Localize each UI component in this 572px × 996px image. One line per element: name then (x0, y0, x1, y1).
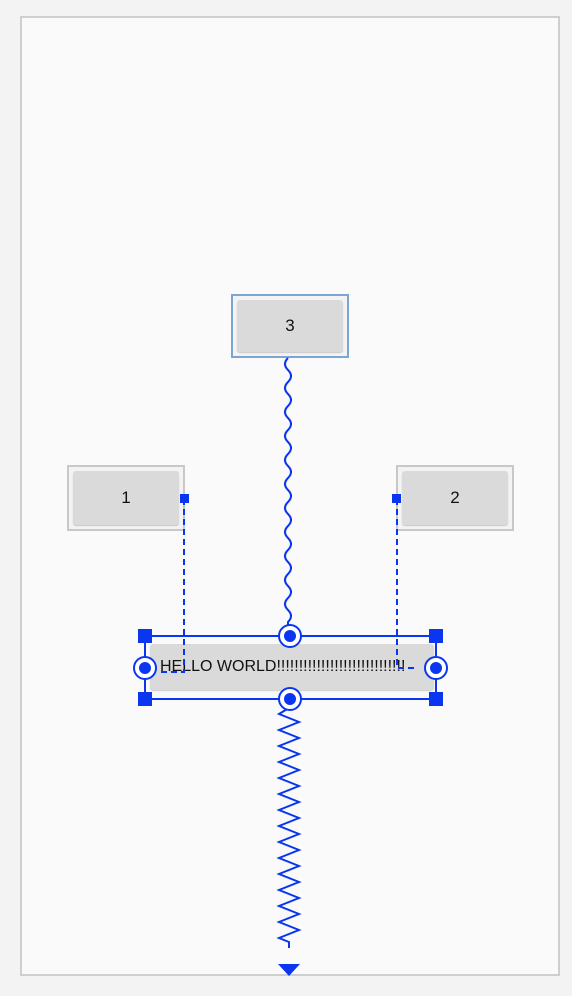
resize-handle-bottom-left[interactable] (138, 692, 152, 706)
constraint-bottom-spring (276, 707, 302, 948)
constraint-overlay (133, 357, 448, 976)
constraint-right-dashed (396, 499, 418, 669)
constraint-bottom-arrow (278, 964, 300, 976)
anchor-button-2-left[interactable] (392, 494, 401, 503)
resize-handle-top-left[interactable] (138, 629, 152, 643)
anchor-right[interactable] (424, 656, 448, 680)
constraint-left-dashed (160, 499, 185, 673)
resize-handle-top-right[interactable] (429, 629, 443, 643)
anchor-top[interactable] (278, 624, 302, 648)
anchor-button-1-right[interactable] (180, 494, 189, 503)
constraint-top-spring (284, 357, 292, 632)
anchor-left[interactable] (133, 656, 157, 680)
resize-handle-bottom-right[interactable] (429, 692, 443, 706)
anchor-bottom[interactable] (278, 687, 302, 711)
